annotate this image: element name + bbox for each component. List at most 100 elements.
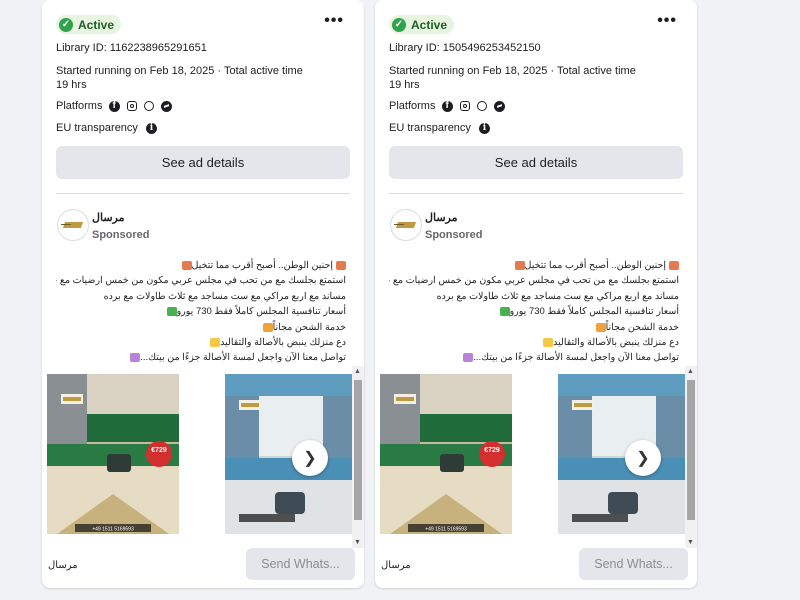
- started-text: Started running on Feb 18, 2025 · Total …: [56, 65, 303, 77]
- envelope-emoji-icon: [463, 353, 474, 363]
- logo-mark: [61, 224, 71, 225]
- chevron-right-icon: ❯: [636, 450, 650, 467]
- sponsored-label: Sponsored: [425, 229, 483, 241]
- status-label: Active: [78, 17, 115, 32]
- ad-body-text: إحنين الوطن.. أصبح أقرب مما تتخيل استمتع…: [56, 258, 346, 366]
- status-badge: ✓ Active: [56, 15, 122, 34]
- see-ad-details-button[interactable]: See ad details: [389, 146, 683, 179]
- blue-majlis-image: [225, 374, 353, 534]
- chevron-right-icon: ❯: [303, 450, 317, 467]
- scroll-up-arrow-icon[interactable]: ▲: [354, 368, 361, 375]
- body-line: دع منزلك ينبض بالأصالة والتقاليد: [56, 335, 346, 350]
- money-emoji-icon: [499, 307, 510, 317]
- truck-emoji-icon: [262, 322, 273, 332]
- body-line-text: أسعار تنافسية المجلس كاملاً فقط 730 يورو: [509, 306, 679, 318]
- carousel-slide-green-majlis[interactable]: €729 +49 1511 5169593: [380, 374, 512, 534]
- body-line-text: خدمة الشحن مجاناً: [272, 321, 346, 333]
- scrollbar[interactable]: ▲ ▼: [352, 366, 364, 548]
- eu-transparency-row: EU transparency i: [389, 122, 490, 134]
- carousel-next-button[interactable]: ❯: [625, 440, 661, 476]
- scrollbar-thumb[interactable]: [687, 380, 695, 520]
- sponsored-label: Sponsored: [92, 229, 150, 241]
- scroll-up-arrow-icon[interactable]: ▲: [687, 368, 694, 375]
- brand-logo: [395, 222, 417, 228]
- platforms-row: Platforms: [389, 100, 506, 112]
- avatar[interactable]: [57, 209, 89, 241]
- body-line-text: أسعار تنافسية المجلس كاملاً فقط 730 يورو: [176, 306, 346, 318]
- body-line: تواصل معنا الآن واجعل لمسة الأصالة جزءًا…: [56, 350, 346, 365]
- body-line: خدمة الشحن مجاناً: [389, 320, 679, 335]
- house-emoji-icon: [336, 260, 346, 270]
- platforms-row: Platforms: [56, 100, 173, 112]
- eu-label: EU transparency: [56, 122, 138, 134]
- library-id: Library ID: 1505496253452150: [389, 42, 541, 54]
- send-whatsapp-button[interactable]: Send Whats...: [246, 548, 355, 580]
- body-line: استمتع بجلسك مع من تحب في مجلس عربي مكون…: [56, 275, 346, 287]
- green-majlis-image: €729 +49 1511 5169593: [380, 374, 512, 534]
- status-label: Active: [411, 17, 448, 32]
- scrollbar[interactable]: ▲ ▼: [685, 366, 697, 548]
- logo-mark: [394, 224, 404, 225]
- body-line: استمتع بجلسك مع من تحب في مجلس عربي مكون…: [389, 275, 679, 287]
- instagram-icon: [460, 101, 471, 111]
- page-name[interactable]: مرسال: [425, 211, 458, 224]
- body-line-text: دع منزلك ينبض بالأصالة والتقاليد: [220, 337, 346, 349]
- ad-card: ✓ Active ••• Library ID: 116223896529165…: [42, 0, 364, 588]
- instagram-icon: [127, 101, 138, 111]
- truck-emoji-icon: [595, 322, 606, 332]
- platforms-label: Platforms: [56, 100, 103, 112]
- info-icon[interactable]: i: [145, 122, 157, 134]
- page-name[interactable]: مرسال: [92, 211, 125, 224]
- scroll-down-arrow-icon[interactable]: ▼: [687, 539, 694, 546]
- body-line-text: دع منزلك ينبض بالأصالة والتقاليد: [553, 337, 679, 349]
- run-info: Started running on Feb 18, 2025 · Total …: [389, 64, 636, 92]
- send-whatsapp-button[interactable]: Send Whats...: [579, 548, 688, 580]
- house-emoji-icon: [181, 260, 192, 270]
- status-badge: ✓ Active: [389, 15, 455, 34]
- blue-majlis-image: [558, 374, 686, 534]
- body-line: تواصل معنا الآن واجعل لمسة الأصالة جزءًا…: [389, 350, 679, 365]
- body-line-text: خدمة الشحن مجاناً: [605, 321, 679, 333]
- scroll-down-arrow-icon[interactable]: ▼: [354, 539, 361, 546]
- carousel-slide-green-majlis[interactable]: €729 +49 1511 5169593: [47, 374, 179, 534]
- facebook-icon: [442, 100, 454, 112]
- audience-network-icon: [144, 101, 155, 111]
- info-icon[interactable]: i: [478, 122, 490, 134]
- divider: [56, 193, 350, 194]
- body-line-text: إحنين الوطن.. أصبح أقرب مما تتخيل: [191, 260, 333, 271]
- body-line-text: تواصل معنا الآن واجعل لمسة الأصالة جزءًا…: [140, 352, 346, 364]
- house-emoji-icon: [669, 260, 679, 270]
- see-ad-details-button[interactable]: See ad details: [56, 146, 350, 179]
- sparkles-emoji-icon: [210, 338, 221, 348]
- carousel-slide-blue-majlis[interactable]: [225, 374, 353, 534]
- more-options-icon[interactable]: •••: [657, 12, 677, 30]
- green-majlis-image: €729 +49 1511 5169593: [47, 374, 179, 534]
- money-emoji-icon: [166, 307, 177, 317]
- ad-card: ✓ Active ••• Library ID: 150549625345215…: [375, 0, 697, 588]
- scrollbar-thumb[interactable]: [354, 380, 362, 520]
- messenger-icon: [161, 100, 173, 112]
- body-line: أسعار تنافسية المجلس كاملاً فقط 730 يورو: [389, 304, 679, 319]
- duration-text: 19 hrs: [389, 79, 420, 91]
- library-id: Library ID: 1162238965291651: [56, 42, 207, 54]
- body-line: أسعار تنافسية المجلس كاملاً فقط 730 يورو: [56, 304, 346, 319]
- started-text: Started running on Feb 18, 2025 · Total …: [389, 65, 636, 77]
- carousel-next-button[interactable]: ❯: [292, 440, 328, 476]
- ad-body-text: إحنين الوطن.. أصبح أقرب مما تتخيل استمتع…: [389, 258, 679, 366]
- price-tag: €729: [484, 447, 500, 454]
- body-line: دع منزلك ينبض بالأصالة والتقاليد: [389, 335, 679, 350]
- body-line: مساند مع اربع مراكي مع ست مساجد مع ثلاث …: [103, 290, 346, 302]
- footer-page-name: مرسال: [48, 560, 78, 571]
- body-line: إحنين الوطن.. أصبح أقرب مما تتخيل: [56, 258, 346, 273]
- messenger-icon: [494, 100, 506, 112]
- body-line: مساند مع اربع مراكي مع ست مساجد مع ثلاث …: [436, 290, 679, 302]
- more-options-icon[interactable]: •••: [324, 12, 344, 30]
- carousel-slide-blue-majlis[interactable]: [558, 374, 686, 534]
- sparkles-emoji-icon: [543, 338, 554, 348]
- house-emoji-icon: [514, 260, 525, 270]
- divider: [389, 193, 683, 194]
- check-icon: ✓: [392, 17, 406, 32]
- body-line: إحنين الوطن.. أصبح أقرب مما تتخيل: [389, 258, 679, 273]
- body-line: خدمة الشحن مجاناً: [56, 320, 346, 335]
- avatar[interactable]: [390, 209, 422, 241]
